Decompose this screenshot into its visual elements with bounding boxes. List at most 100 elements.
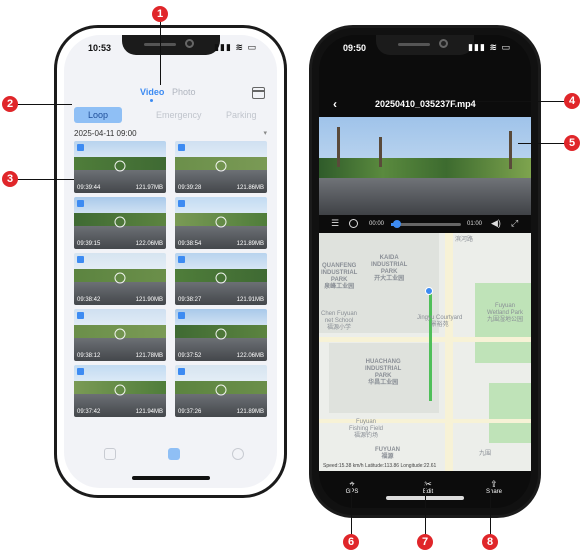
callout-line-4 <box>476 101 566 102</box>
play-icon <box>114 384 126 396</box>
callout-7: 7 <box>417 534 433 550</box>
video-list-screen: 10:53 ▮▮▮ ≋ ▭ Video Photo Loop Emergency… <box>64 35 277 488</box>
thumbnail-time: 09:39:28 <box>178 185 202 191</box>
play-icon <box>114 328 126 340</box>
map-label-kaida: KAIDA INDUSTRIAL PARK 开大工业园 <box>371 255 408 282</box>
recording-type-tabs: Loop Emergency Parking <box>64 107 277 127</box>
signal-wifi-battery-icon: ▮▮▮ ≋ ▭ <box>214 42 257 52</box>
share-icon: ⇪ <box>490 479 498 489</box>
video-thumbnail[interactable]: 09:37:52 122.06MB <box>175 309 267 361</box>
callout-3: 3 <box>2 171 18 187</box>
fullscreen-icon[interactable]: ⤢ <box>511 218 518 229</box>
bottom-navigation <box>64 444 277 466</box>
tab-parking[interactable]: Parking <box>226 110 257 120</box>
status-time: 09:50 <box>343 43 367 53</box>
recording-badge-icon <box>178 312 185 319</box>
video-frame[interactable] <box>319 117 531 215</box>
volume-icon[interactable]: ◀) <box>491 218 501 229</box>
current-location-pin <box>425 287 433 295</box>
playlist-icon[interactable]: ☰ <box>331 218 339 229</box>
play-icon <box>114 160 126 172</box>
play-icon <box>215 272 227 284</box>
video-thumbnail[interactable]: 09:39:44 121.97MB <box>74 141 166 193</box>
recording-badge-icon <box>178 200 185 207</box>
status-bar: 10:53 ▮▮▮ ≋ ▭ <box>64 41 277 59</box>
home-indicator <box>131 476 210 480</box>
callout-line-6 <box>351 484 352 536</box>
thumbnail-size: 121.78MB <box>135 353 163 359</box>
play-icon <box>215 384 227 396</box>
video-thumbnail[interactable]: 09:38:54 121.89MB <box>175 197 267 249</box>
recording-badge-icon <box>178 256 185 263</box>
recording-badge-icon <box>77 144 84 151</box>
video-thumbnail[interactable]: 09:39:28 121.86MB <box>175 141 267 193</box>
thumbnail-size: 121.86MB <box>236 185 264 191</box>
callout-line-2 <box>12 104 72 105</box>
thumbnail-time: 09:38:42 <box>77 297 101 303</box>
tab-loop[interactable]: Loop <box>74 107 122 123</box>
callout-line-7 <box>425 484 426 536</box>
thumbnail-size: 122.06MB <box>236 353 264 359</box>
date-header-text: 2025-04-11 09:00 <box>74 129 137 138</box>
thumbnail-time: 09:38:27 <box>178 297 202 303</box>
recording-badge-icon <box>77 200 84 207</box>
thumbnail-size: 121.94MB <box>135 409 163 415</box>
callout-6: 6 <box>343 534 359 550</box>
share-button[interactable]: ⇪ Share <box>479 479 509 495</box>
thumbnail-size: 121.97MB <box>135 185 163 191</box>
video-thumbnail[interactable]: 09:38:42 121.90MB <box>74 253 166 305</box>
recording-badge-icon <box>77 312 84 319</box>
video-thumbnail[interactable]: 09:37:42 121.94MB <box>74 365 166 417</box>
video-thumbnail[interactable]: 09:38:12 121.78MB <box>74 309 166 361</box>
gps-button[interactable]: ⌖ GPS <box>337 479 367 495</box>
thumbnail-size: 121.90MB <box>135 297 163 303</box>
nav-profile-icon[interactable] <box>232 448 244 460</box>
total-time: 01:00 <box>467 221 483 227</box>
map-label-huachang: HUACHANG INDUSTRIAL PARK 华昌工业园 <box>365 359 402 386</box>
recording-badge-icon <box>77 368 84 375</box>
gps-map[interactable]: KAIDA INDUSTRIAL PARK 开大工业园 QUANFENG IND… <box>319 233 531 471</box>
thumbnail-time: 09:38:54 <box>178 241 202 247</box>
current-time: 00:00 <box>369 221 385 227</box>
nav-album-icon[interactable] <box>168 448 180 460</box>
status-bar: 09:50 ▮▮▮ ≋ ▭ <box>319 41 531 59</box>
map-label-wetland: Fuyuan Wetland Park 九围湿地公园 <box>487 303 524 323</box>
map-label-quanfeng: QUANFENG INDUSTRIAL PARK 泉峰工业园 <box>321 263 358 290</box>
play-icon <box>215 160 227 172</box>
video-thumbnail[interactable]: 09:39:15 122.06MB <box>74 197 166 249</box>
video-thumbnail[interactable]: 09:38:27 121.91MB <box>175 253 267 305</box>
tab-emergency[interactable]: Emergency <box>156 110 202 120</box>
map-label-school: Chen Fuyuan net School 福源小学 <box>321 311 358 331</box>
progress-track[interactable] <box>391 223 461 226</box>
play-icon[interactable] <box>349 219 358 228</box>
callout-5: 5 <box>564 135 580 151</box>
tab-video[interactable]: Video <box>140 87 164 97</box>
play-icon <box>114 272 126 284</box>
map-label-fishing: Fuyuan Fishing Field 福源钓场 <box>349 419 384 439</box>
thumbnail-time: 09:37:26 <box>178 409 202 415</box>
player-controls: ☰ 00:00 01:00 ◀) ⤢ <box>319 217 531 233</box>
nav-camera-icon[interactable] <box>104 448 116 460</box>
back-arrow-icon[interactable]: ‹ <box>333 97 337 111</box>
thumbnail-time: 09:37:52 <box>178 353 202 359</box>
recording-badge-icon <box>178 368 185 375</box>
callout-2: 2 <box>2 96 18 112</box>
map-label-jingyu: Jingyu Courtyard 景裕苑 <box>417 315 463 328</box>
edit-button[interactable]: ✂ Edit <box>413 479 443 495</box>
callout-1: 1 <box>152 6 168 22</box>
video-thumbnail[interactable]: 09:37:26 121.89MB <box>175 365 267 417</box>
chevron-down-icon: ▾ <box>263 130 267 137</box>
progress-handle[interactable] <box>393 220 402 228</box>
thumbnail-time: 09:37:42 <box>77 409 101 415</box>
thumbnail-time: 09:39:44 <box>77 185 101 191</box>
active-tab-dot <box>150 99 153 102</box>
date-group-header[interactable]: 2025-04-11 09:00 ▾ <box>74 129 267 138</box>
tab-photo[interactable]: Photo <box>172 87 196 97</box>
thumbnail-time: 09:39:15 <box>77 241 101 247</box>
location-pin-icon: ⌖ <box>337 479 367 489</box>
video-player-screen: 09:50 ▮▮▮ ≋ ▭ ‹ 20250410_035237F.mp4 ☰ 0… <box>319 35 531 508</box>
callout-line-1 <box>160 17 161 85</box>
play-icon <box>114 216 126 228</box>
media-type-tabs: Video Photo <box>64 81 277 103</box>
calendar-icon[interactable] <box>252 87 265 99</box>
